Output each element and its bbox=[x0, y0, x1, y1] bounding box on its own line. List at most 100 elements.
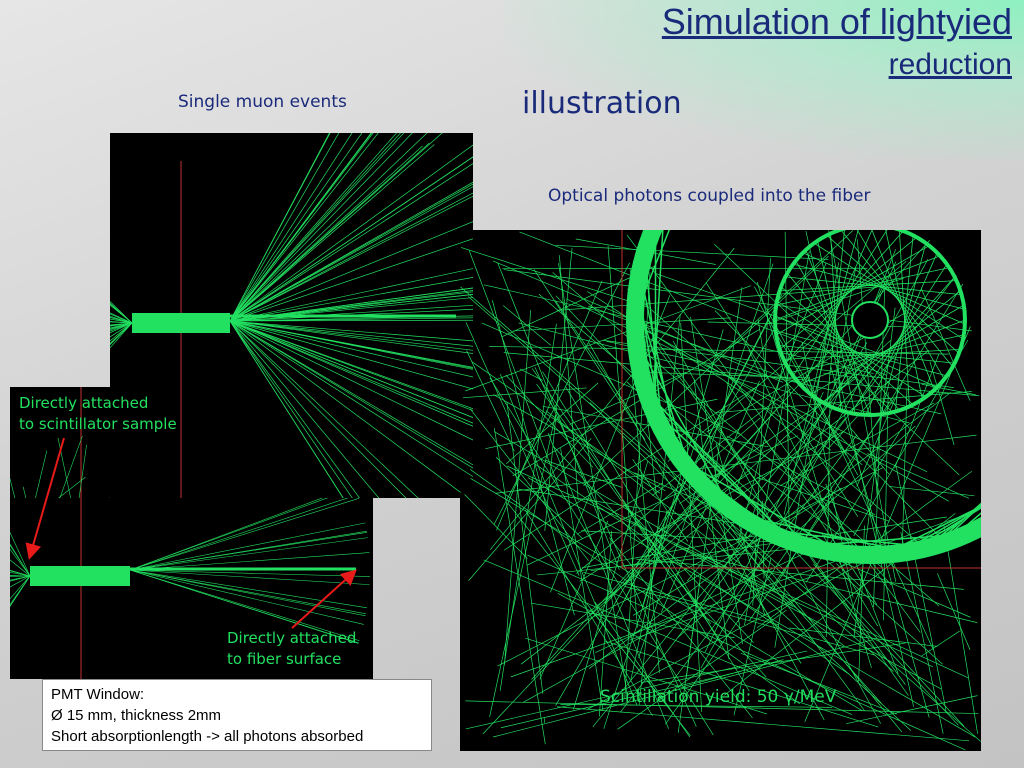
photon-track bbox=[10, 548, 31, 577]
photon-track bbox=[110, 302, 133, 324]
photon-track bbox=[468, 438, 592, 581]
photon-track bbox=[525, 510, 653, 716]
photon-track bbox=[641, 642, 906, 683]
photon-track bbox=[229, 320, 473, 441]
photon-track bbox=[129, 537, 368, 571]
photon-track bbox=[468, 250, 559, 487]
fiber-ring-chord bbox=[931, 230, 981, 239]
fiber-annotation: Directly attached to fiber surface bbox=[227, 628, 356, 670]
photon-track bbox=[10, 575, 31, 605]
photon-track bbox=[229, 320, 473, 390]
muon-event-top-panel bbox=[110, 133, 473, 498]
photon-track bbox=[57, 437, 71, 498]
photon-track bbox=[129, 498, 360, 571]
photon-track bbox=[35, 450, 48, 498]
photon-track bbox=[10, 544, 31, 577]
photon-track bbox=[78, 444, 87, 498]
photon-track bbox=[229, 320, 380, 498]
photon-track bbox=[497, 262, 620, 570]
photon-track bbox=[129, 552, 370, 571]
photon-track bbox=[229, 320, 473, 378]
photon-track bbox=[229, 320, 407, 498]
photon-track bbox=[59, 435, 83, 498]
photon-track bbox=[229, 320, 360, 498]
photon-track bbox=[539, 520, 609, 680]
photon-track bbox=[110, 322, 133, 342]
optical-photons-label: Optical photons coupled into the fiber bbox=[548, 186, 871, 206]
photon-track bbox=[229, 320, 473, 410]
fiber-annotation-line1: Directly attached bbox=[227, 629, 357, 647]
photon-track bbox=[110, 300, 133, 324]
photon-track bbox=[229, 238, 473, 322]
photon-track bbox=[10, 531, 31, 577]
photon-track bbox=[229, 320, 473, 424]
core-chord bbox=[776, 267, 950, 306]
core-chord bbox=[779, 280, 957, 292]
photon-track bbox=[10, 543, 31, 577]
photon-track bbox=[943, 524, 978, 734]
photon-track bbox=[229, 320, 461, 493]
fiber-annotation-line2: to fiber surface bbox=[227, 650, 342, 668]
photon-track bbox=[129, 569, 367, 615]
photon-track bbox=[229, 133, 401, 322]
photon-track bbox=[229, 320, 419, 498]
core-chord bbox=[775, 330, 947, 377]
photon-track bbox=[555, 244, 829, 260]
scintillator-sample bbox=[132, 313, 230, 333]
slide-subtitle: illustration bbox=[522, 86, 682, 121]
photon-track bbox=[867, 453, 970, 499]
photon-track bbox=[460, 247, 649, 308]
core-chord bbox=[894, 235, 914, 412]
scintillator-annotation-line1: Directly attached bbox=[19, 394, 149, 412]
photon-track bbox=[466, 350, 515, 452]
photon-track bbox=[10, 575, 31, 600]
scintillator-sample bbox=[30, 566, 130, 586]
core-chord bbox=[817, 240, 856, 414]
fiber-center bbox=[851, 301, 889, 339]
photon-track bbox=[505, 374, 594, 468]
photon-track bbox=[10, 477, 16, 498]
photon-track bbox=[229, 320, 473, 411]
slide-title-line2: reduction bbox=[888, 47, 1012, 81]
photon-track bbox=[921, 630, 960, 657]
photon-track bbox=[129, 522, 366, 571]
photon-track bbox=[229, 268, 473, 322]
photon-track bbox=[10, 575, 31, 607]
photon-track bbox=[229, 320, 473, 478]
photon-track bbox=[465, 285, 752, 392]
photon-track bbox=[110, 304, 133, 324]
photon-track bbox=[685, 575, 701, 679]
photon-track bbox=[129, 530, 367, 571]
photon-track bbox=[10, 575, 31, 607]
photon-track bbox=[110, 322, 133, 338]
slide-title-line1: Simulation of lightyied bbox=[661, 1, 1012, 42]
photon-track bbox=[544, 459, 623, 489]
photon-track bbox=[229, 133, 374, 322]
photon-track bbox=[543, 717, 545, 723]
muon-event-top-render bbox=[110, 133, 473, 498]
photon-track bbox=[10, 575, 31, 607]
pmt-note-line1: PMT Window: bbox=[51, 686, 145, 703]
slide-title: Simulation of lightyied reduction bbox=[662, 2, 1012, 81]
photon-track bbox=[129, 569, 370, 585]
photon-track bbox=[110, 313, 133, 324]
photon-track bbox=[789, 627, 938, 647]
photon-track bbox=[110, 303, 133, 324]
fiber-photons-render bbox=[460, 230, 981, 751]
photon-track bbox=[499, 323, 557, 691]
photon-track bbox=[576, 482, 663, 535]
pmt-window-note: PMT Window: Ø 15 mm, thickness 2mm Short… bbox=[42, 679, 432, 751]
photon-track bbox=[129, 569, 366, 617]
single-muon-label: Single muon events bbox=[178, 92, 347, 112]
photon-track bbox=[22, 486, 27, 498]
photon-track bbox=[229, 320, 353, 498]
pmt-note-line2: Ø 15 mm, thickness 2mm bbox=[51, 707, 222, 724]
photon-track bbox=[229, 133, 363, 322]
pmt-note-line3: Short absorptionlength -> all photons ab… bbox=[51, 728, 364, 745]
photon-track bbox=[129, 569, 364, 625]
scintillation-yield-label: Scintillation yield: 50 γ/MeV bbox=[600, 687, 837, 707]
core-chord bbox=[898, 230, 910, 407]
scintillator-annotation: Directly attached to scintillator sample bbox=[19, 393, 177, 435]
photon-track bbox=[229, 320, 473, 469]
scintillator-annotation-line2: to scintillator sample bbox=[19, 415, 177, 433]
